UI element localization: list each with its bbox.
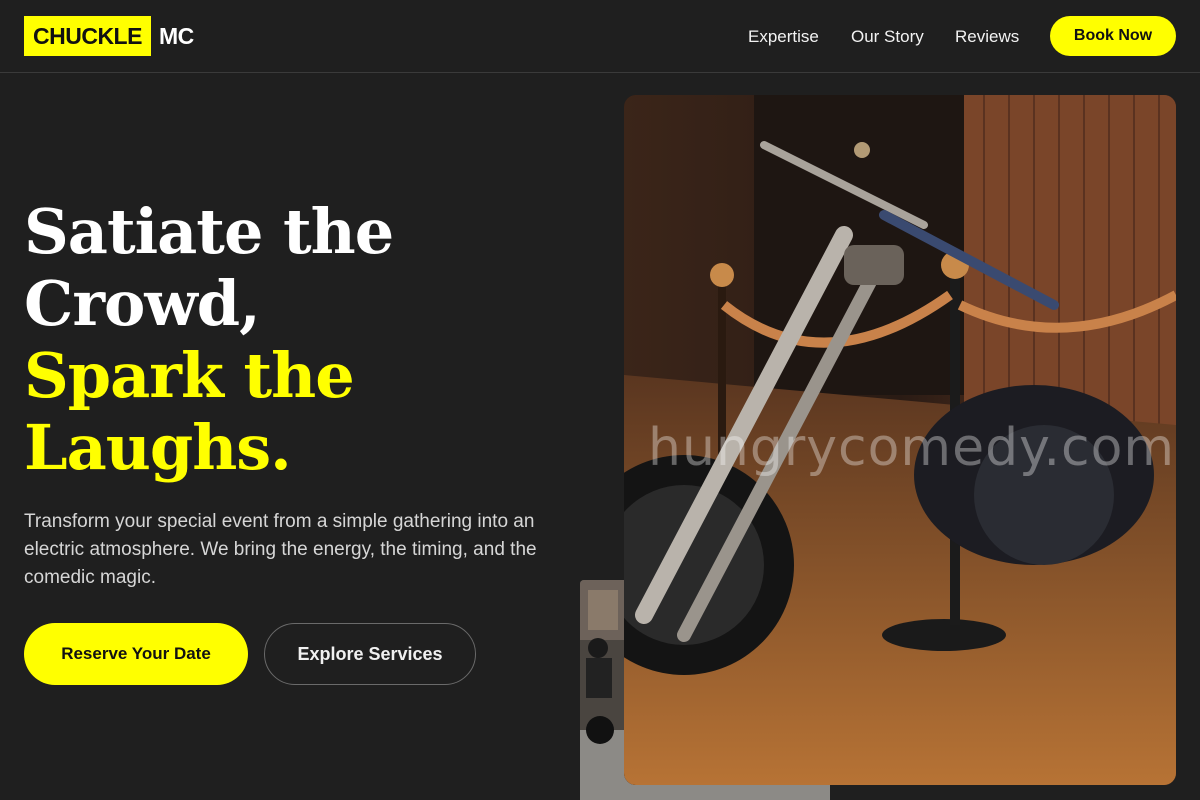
nav-link-expertise[interactable]: Expertise [748,27,819,47]
watermark-text: hungrycomedy.com [648,418,1176,478]
hero-description: Transform your special event from a simp… [24,511,537,588]
brand-logo-text: MC [158,22,194,49]
book-now-button[interactable]: Book Now [1050,16,1176,56]
headline-line-3: Spark the [24,339,355,412]
nav-link-our-story[interactable]: Our Story [851,27,924,47]
headline-line-2: Crowd, [24,267,261,340]
top-navbar: CHUCKLE MC Expertise Our Story Reviews B… [0,0,1200,73]
nav-link-reviews[interactable]: Reviews [955,27,1019,47]
hero-headline: Satiate the Crowd, Spark the Laughs. [24,196,584,484]
brand-logo-highlight: CHUCKLE [24,16,151,56]
headline-line-1: Satiate the [24,195,394,268]
brand-logo[interactable]: CHUCKLE MC [24,16,194,56]
reserve-date-button[interactable]: Reserve Your Date [24,623,248,685]
explore-services-button[interactable]: Explore Services [264,623,476,685]
headline-line-4: Laughs. [24,411,292,484]
